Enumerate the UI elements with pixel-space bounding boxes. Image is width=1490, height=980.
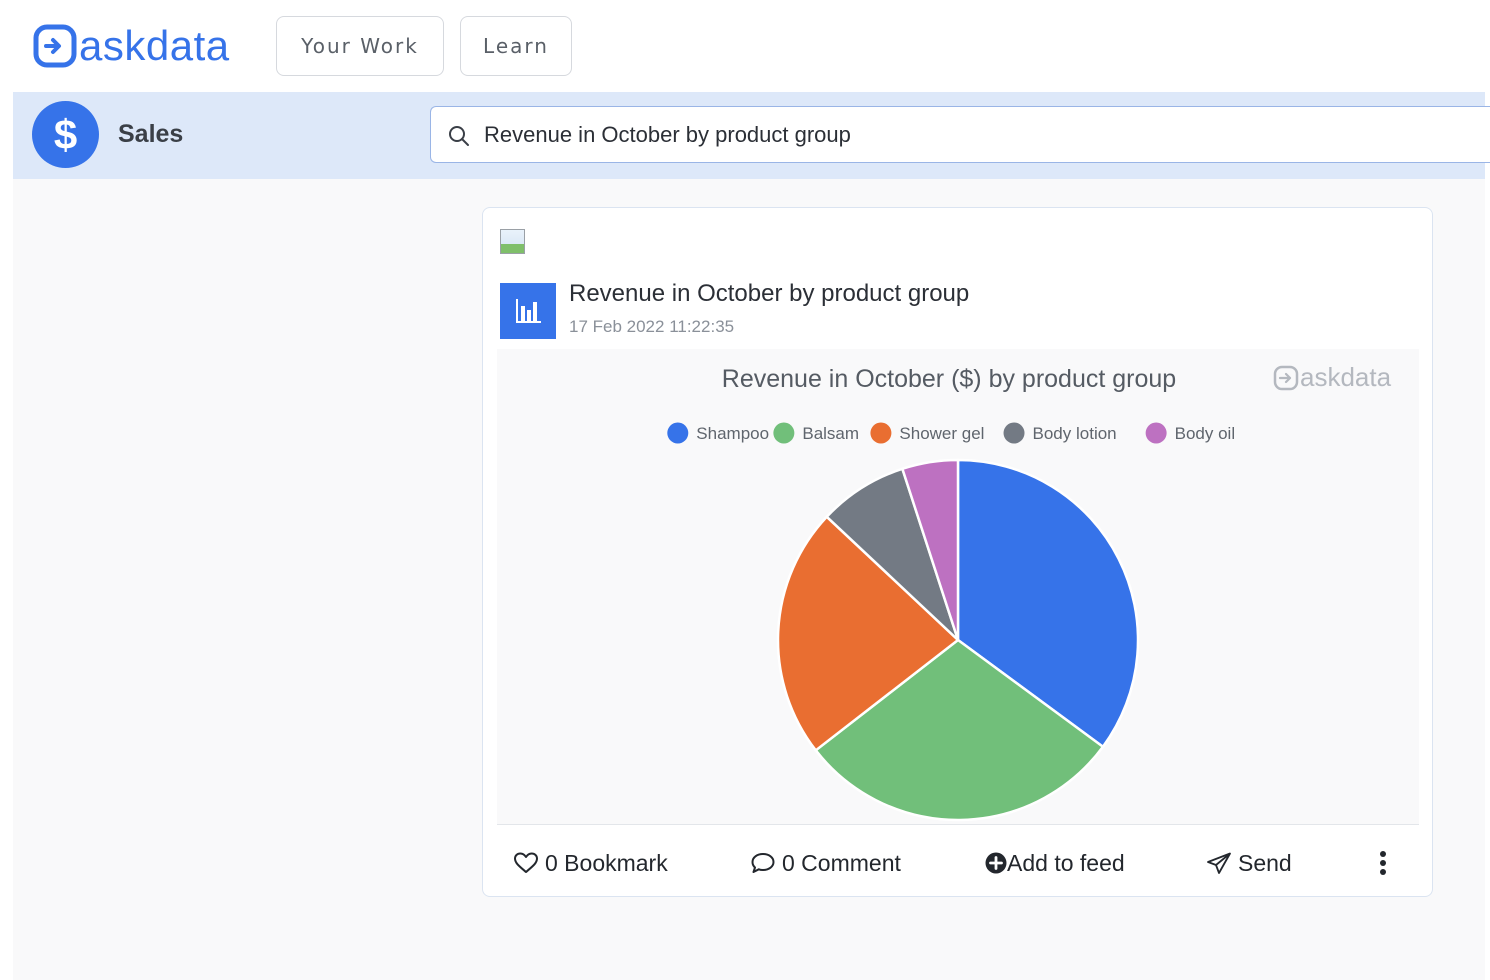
legend-swatch[interactable]	[1003, 422, 1025, 444]
pie-chart-svg: Revenue in October ($) by product group …	[667, 362, 1392, 822]
askdata-logo[interactable]: askdata	[33, 22, 230, 70]
comment-button[interactable]: 0 Comment	[750, 848, 901, 878]
watermark-text: askdata	[1300, 362, 1392, 392]
send-icon	[1207, 852, 1231, 874]
card-title[interactable]: Revenue in October by product group	[569, 280, 969, 308]
legend-swatch[interactable]	[773, 422, 795, 444]
search-input[interactable]	[484, 117, 1464, 153]
legend-swatch[interactable]	[667, 422, 689, 444]
top-navigation: askdata Your Work Learn	[0, 0, 1490, 92]
legend-swatch[interactable]	[1145, 422, 1167, 444]
search-icon	[449, 126, 469, 146]
bar-chart-glyph	[516, 299, 541, 323]
more-options-button[interactable]	[1373, 848, 1399, 878]
search-box[interactable]	[430, 106, 1490, 163]
chart-title: Revenue in October ($) by product group	[722, 365, 1176, 393]
workspace-name[interactable]: Sales	[118, 120, 183, 149]
bookmark-label: 0 Bookmark	[545, 849, 668, 876]
askdata-watermark: askdata	[1273, 362, 1392, 392]
pie-slices	[776, 458, 1140, 822]
workspace-bar: $ Sales	[13, 92, 1490, 179]
comment-icon	[751, 853, 775, 873]
askdata-logo-icon	[33, 24, 77, 68]
learn-button[interactable]: Learn	[460, 16, 572, 76]
dollar-icon[interactable]: $	[32, 101, 99, 168]
legend-label[interactable]: Body lotion	[1033, 424, 1117, 443]
kebab-menu-icon	[1380, 851, 1386, 875]
askdata-logo-text: askdata	[79, 22, 230, 69]
your-work-button[interactable]: Your Work	[276, 16, 444, 76]
legend-label[interactable]: Shower gel	[899, 424, 984, 443]
add-to-feed-label: Add to feed	[1007, 849, 1125, 876]
answer-card: Revenue in October by product group 17 F…	[482, 207, 1433, 897]
chart-legend: Shampoo Balsam Shower gel Body lotion Body o…	[667, 422, 1235, 444]
send-label: Send	[1238, 849, 1292, 876]
legend-label[interactable]: Balsam	[802, 424, 859, 443]
broken-image-icon	[500, 229, 525, 254]
pie-chart: Revenue in October ($) by product group …	[497, 349, 1419, 824]
bar-chart-icon	[500, 283, 556, 339]
heart-icon	[514, 852, 538, 873]
bookmark-button[interactable]: 0 Bookmark	[513, 848, 668, 878]
card-timestamp: 17 Feb 2022 11:22:35	[569, 317, 735, 336]
send-button[interactable]: Send	[1206, 848, 1292, 878]
plus-circle-icon	[985, 852, 1007, 874]
legend-label[interactable]: Shampoo	[696, 424, 769, 443]
comment-label: 0 Comment	[782, 849, 901, 876]
card-divider	[497, 824, 1419, 825]
legend-label[interactable]: Body oil	[1175, 424, 1235, 443]
legend-swatch[interactable]	[870, 422, 892, 444]
add-to-feed-button[interactable]: Add to feed	[985, 848, 1125, 878]
